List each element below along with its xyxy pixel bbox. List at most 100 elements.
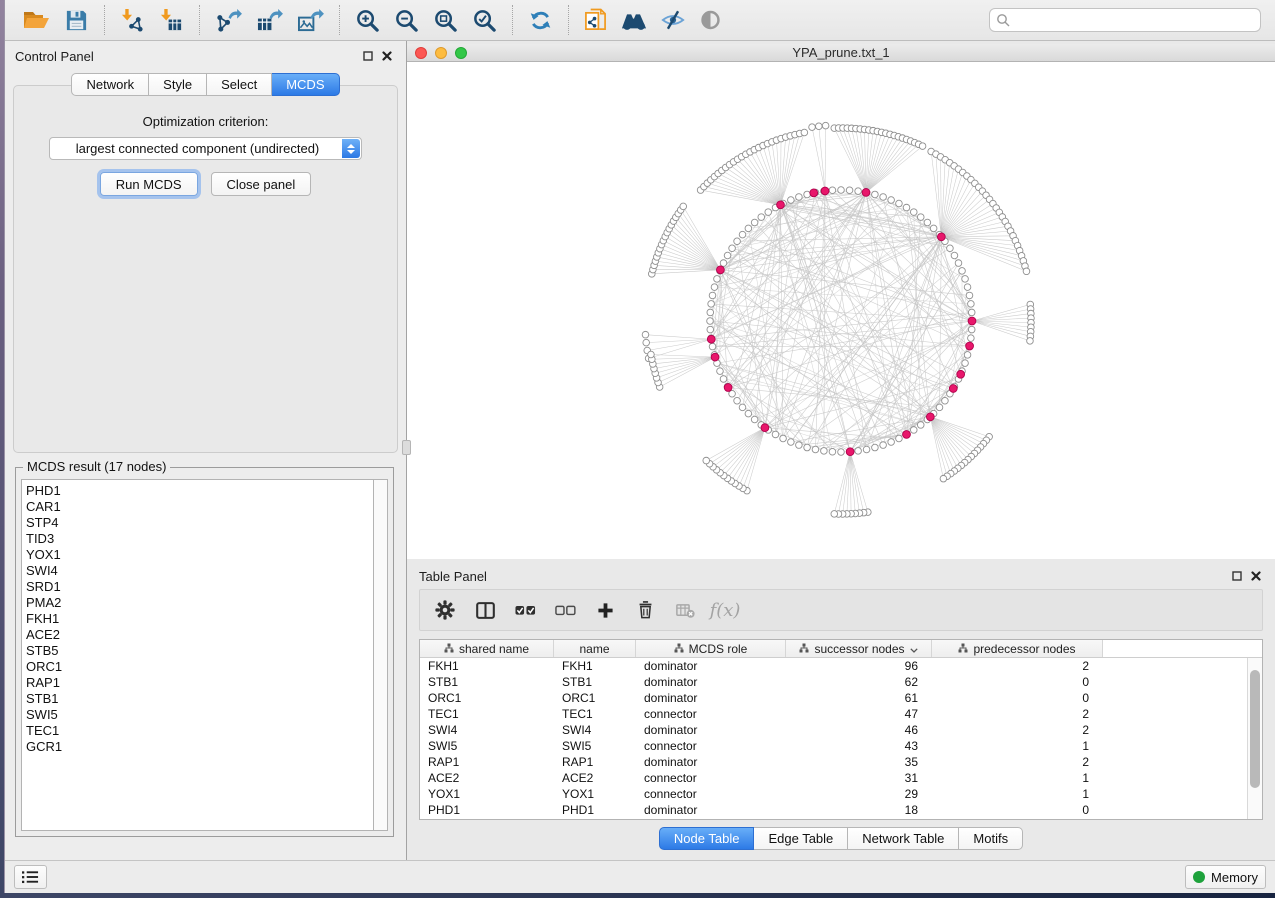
table-cell[interactable]: ORC1 — [554, 691, 636, 705]
column-header-predecessor-nodes[interactable]: predecessor nodes — [932, 640, 1103, 657]
table-cell[interactable]: 1 — [932, 739, 1103, 753]
table-row[interactable]: FKH1FKH1dominator962 — [420, 658, 1247, 674]
tab-edge-table[interactable]: Edge Table — [754, 827, 848, 850]
table-cell[interactable]: 46 — [786, 723, 932, 737]
table-cell[interactable]: 62 — [786, 675, 932, 689]
table-cell[interactable]: connector — [636, 707, 786, 721]
tab-mcds[interactable]: MCDS — [272, 73, 339, 96]
table-cell[interactable]: RAP1 — [554, 755, 636, 769]
table-cell[interactable]: 2 — [932, 723, 1103, 737]
table-cell[interactable]: ORC1 — [420, 691, 554, 705]
list-item[interactable]: SWI4 — [26, 563, 373, 579]
tab-motifs[interactable]: Motifs — [959, 827, 1023, 850]
float-panel-icon[interactable] — [363, 51, 373, 61]
table-cell[interactable]: connector — [636, 771, 786, 785]
table-cell[interactable]: TEC1 — [554, 707, 636, 721]
column-header-successor-nodes[interactable]: successor nodes — [786, 640, 932, 657]
list-item[interactable]: TID3 — [26, 531, 373, 547]
zoom-selected-icon[interactable] — [465, 6, 504, 35]
save-session-icon[interactable] — [57, 6, 96, 35]
list-item[interactable]: FKH1 — [26, 611, 373, 627]
table-row[interactable]: SWI5SWI5connector431 — [420, 738, 1247, 754]
table-cell[interactable]: dominator — [636, 723, 786, 737]
tab-node-table[interactable]: Node Table — [659, 827, 755, 850]
table-cell[interactable]: STB1 — [420, 675, 554, 689]
mcds-list-scrollbar[interactable] — [373, 479, 388, 831]
delete-column-icon[interactable] — [626, 593, 664, 627]
list-item[interactable]: TEC1 — [26, 723, 373, 739]
list-item[interactable]: YOX1 — [26, 547, 373, 563]
task-history-button[interactable] — [14, 865, 47, 889]
float-panel-icon[interactable] — [1232, 571, 1242, 581]
split-columns-icon[interactable] — [466, 593, 504, 627]
table-cell[interactable]: RAP1 — [420, 755, 554, 769]
scrollbar-thumb[interactable] — [1250, 670, 1260, 788]
table-cell[interactable]: 2 — [932, 707, 1103, 721]
tab-network[interactable]: Network — [71, 73, 149, 96]
table-row[interactable]: PHD1PHD1dominator180 — [420, 802, 1247, 818]
mcds-result-list[interactable]: PHD1CAR1STP4TID3YOX1SWI4SRD1PMA2FKH1ACE2… — [21, 479, 373, 831]
export-image-icon[interactable] — [290, 6, 331, 35]
add-column-icon[interactable] — [586, 593, 624, 627]
list-item[interactable]: SRD1 — [26, 579, 373, 595]
table-cell[interactable]: 2 — [932, 755, 1103, 769]
table-cell[interactable]: dominator — [636, 675, 786, 689]
zoom-out-icon[interactable] — [387, 6, 426, 35]
table-cell[interactable]: 2 — [932, 659, 1103, 673]
table-row[interactable]: STB1STB1dominator620 — [420, 674, 1247, 690]
table-cell[interactable]: 0 — [932, 675, 1103, 689]
table-cell[interactable]: SWI5 — [554, 739, 636, 753]
table-cell[interactable]: connector — [636, 739, 786, 753]
list-item[interactable]: RAP1 — [26, 675, 373, 691]
table-cell[interactable]: FKH1 — [420, 659, 554, 673]
list-item[interactable]: STP4 — [26, 515, 373, 531]
network-canvas[interactable] — [407, 62, 1275, 559]
close-panel-icon[interactable] — [382, 51, 392, 61]
table-cell[interactable]: dominator — [636, 755, 786, 769]
table-settings-icon[interactable] — [426, 593, 464, 627]
table-cell[interactable]: 61 — [786, 691, 932, 705]
table-cell[interactable]: 31 — [786, 771, 932, 785]
table-cell[interactable]: SWI4 — [554, 723, 636, 737]
list-item[interactable]: ORC1 — [26, 659, 373, 675]
table-cell[interactable]: TEC1 — [420, 707, 554, 721]
list-item[interactable]: PHD1 — [26, 483, 373, 499]
table-cell[interactable]: 1 — [932, 787, 1103, 801]
refresh-layout-icon[interactable] — [521, 6, 560, 35]
table-cell[interactable]: PHD1 — [554, 803, 636, 817]
hide-panel-icon[interactable] — [654, 7, 692, 33]
table-cell[interactable]: dominator — [636, 691, 786, 705]
node-graph[interactable] — [407, 62, 1275, 559]
list-item[interactable]: PMA2 — [26, 595, 373, 611]
tab-select[interactable]: Select — [207, 73, 272, 96]
search-box[interactable] — [989, 8, 1261, 32]
export-network-icon[interactable] — [208, 6, 249, 35]
zoom-fit-icon[interactable] — [426, 6, 465, 35]
table-cell[interactable]: 18 — [786, 803, 932, 817]
tab-network-table[interactable]: Network Table — [848, 827, 959, 850]
table-cell[interactable]: ACE2 — [420, 771, 554, 785]
table-row[interactable]: TEC1TEC1connector472 — [420, 706, 1247, 722]
table-cell[interactable]: dominator — [636, 803, 786, 817]
memory-button[interactable]: Memory — [1185, 865, 1266, 889]
table-cell[interactable]: SWI5 — [420, 739, 554, 753]
table-cell[interactable]: dominator — [636, 659, 786, 673]
table-cell[interactable]: 0 — [932, 803, 1103, 817]
close-panel-button[interactable]: Close panel — [211, 172, 312, 196]
table-cell[interactable]: 47 — [786, 707, 932, 721]
column-header-mcds-role[interactable]: MCDS role — [636, 640, 786, 657]
search-network-icon[interactable] — [614, 7, 654, 33]
table-cell[interactable]: ACE2 — [554, 771, 636, 785]
table-cell[interactable]: 1 — [932, 771, 1103, 785]
list-item[interactable]: GCR1 — [26, 739, 373, 755]
table-cell[interactable]: connector — [636, 787, 786, 801]
table-cell[interactable]: 43 — [786, 739, 932, 753]
table-row[interactable]: YOX1YOX1connector291 — [420, 786, 1247, 802]
table-cell[interactable]: STB1 — [554, 675, 636, 689]
table-row[interactable]: ORC1ORC1dominator610 — [420, 690, 1247, 706]
import-table-icon[interactable] — [152, 6, 191, 35]
table-scrollbar[interactable] — [1247, 658, 1262, 819]
run-mcds-button[interactable]: Run MCDS — [100, 172, 198, 196]
table-cell[interactable]: YOX1 — [554, 787, 636, 801]
list-item[interactable]: STB5 — [26, 643, 373, 659]
